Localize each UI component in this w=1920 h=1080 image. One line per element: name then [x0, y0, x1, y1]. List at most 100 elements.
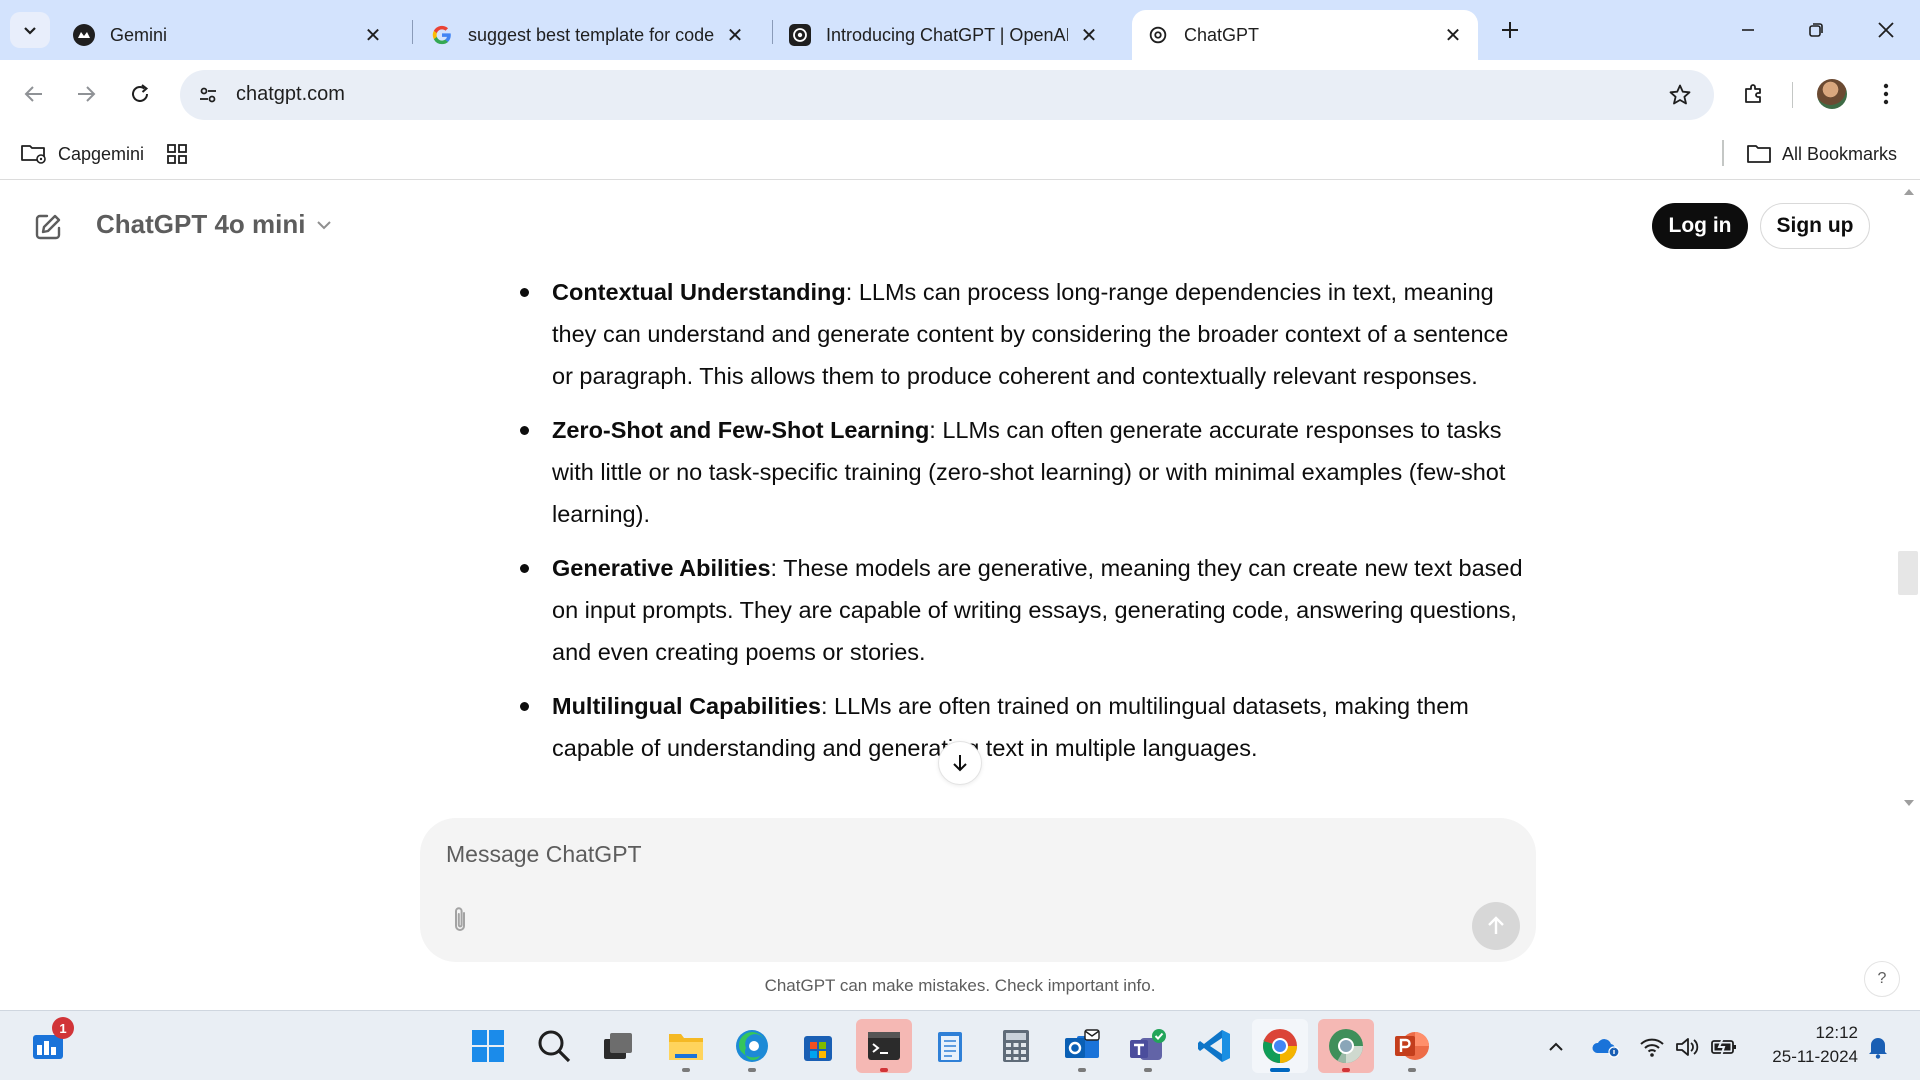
chrome-app[interactable] — [1252, 1019, 1308, 1073]
file-explorer-app[interactable] — [658, 1019, 714, 1073]
managed-folder-icon — [21, 145, 46, 164]
calculator-app[interactable] — [988, 1019, 1044, 1073]
vscode-icon — [1198, 1030, 1230, 1062]
send-button[interactable] — [1472, 902, 1520, 950]
tab-gemini[interactable]: Gemini ✕ — [58, 10, 398, 60]
list-item-term: Generative Abilities — [552, 555, 771, 581]
close-icon[interactable]: ✕ — [362, 24, 384, 47]
tab-search-button[interactable] — [10, 12, 50, 48]
page-scrollbar[interactable] — [1896, 181, 1920, 1010]
close-icon[interactable]: ✕ — [1078, 24, 1100, 47]
tab-chatgpt-active[interactable]: ChatGPT ✕ — [1132, 10, 1478, 60]
tune-icon — [200, 87, 216, 103]
start-button[interactable] — [460, 1019, 516, 1073]
task-view-button[interactable] — [590, 1019, 646, 1073]
battery-charging-icon — [1711, 1037, 1736, 1057]
minimize-button[interactable] — [1724, 10, 1772, 50]
tab-divider — [412, 20, 413, 44]
battery-button[interactable] — [1708, 1031, 1740, 1063]
arrow-right-icon — [78, 86, 96, 102]
browser-toolbar: chatgpt.com — [0, 60, 1920, 128]
close-window-button[interactable] — [1862, 10, 1910, 50]
tab-strip: Gemini ✕ suggest best template for code … — [0, 0, 1920, 60]
chevron-down-icon — [317, 220, 332, 229]
volume-button[interactable] — [1672, 1031, 1704, 1063]
show-hidden-icons-button[interactable] — [1540, 1031, 1572, 1063]
puzzle-icon — [1745, 84, 1761, 103]
tab-title: suggest best template for code — [468, 24, 714, 45]
url-text[interactable]: chatgpt.com — [236, 83, 345, 106]
notification-badge: 1 — [52, 1017, 74, 1039]
edge-app[interactable] — [724, 1019, 780, 1073]
extensions-button[interactable] — [1734, 74, 1774, 114]
edit-icon — [35, 214, 61, 240]
scrollbar-thumb[interactable] — [1898, 551, 1918, 595]
tab-introducing-chatgpt[interactable]: Introducing ChatGPT | OpenAI ✕ — [774, 10, 1114, 60]
chatgpt-page: ChatGPT 4o mini Log in Sign up Contextua… — [0, 181, 1920, 1010]
minimize-icon — [1742, 29, 1754, 31]
bookmark-label: Capgemini — [58, 143, 145, 164]
openai-icon — [788, 23, 812, 47]
profile-button[interactable] — [1812, 74, 1852, 114]
menu-button[interactable] — [1866, 74, 1906, 114]
scroll-up-arrow-icon[interactable] — [1904, 189, 1914, 195]
site-info-button[interactable] — [192, 79, 224, 111]
clock-time: 12:12 — [1815, 1023, 1858, 1042]
help-button[interactable]: ? — [1864, 961, 1900, 997]
windows-taskbar: 1 12:12 25-11-2024 — [0, 1010, 1920, 1080]
bookmark-folder-capgemini[interactable]: Capgemini — [20, 138, 144, 170]
reload-button[interactable] — [120, 74, 160, 114]
model-selector[interactable]: ChatGPT 4o mini — [96, 209, 333, 240]
search-icon — [538, 1030, 571, 1063]
google-icon — [430, 23, 454, 47]
list-item: Zero-Shot and Few-Shot Learning: LLMs ca… — [510, 409, 1530, 535]
chrome-profile-app[interactable] — [1318, 1019, 1374, 1073]
list-item-term: Zero-Shot and Few-Shot Learning — [552, 417, 930, 443]
search-button[interactable] — [526, 1019, 582, 1073]
running-indicator — [1270, 1068, 1290, 1072]
onedrive-button[interactable] — [1590, 1031, 1622, 1063]
speaker-icon — [1676, 1038, 1699, 1056]
close-icon — [1878, 22, 1894, 38]
scroll-down-arrow-icon[interactable] — [1904, 800, 1914, 806]
openai-icon — [1146, 23, 1170, 47]
new-tab-button[interactable] — [1494, 14, 1526, 46]
all-bookmarks-button[interactable]: All Bookmarks — [1746, 138, 1897, 170]
wifi-button[interactable] — [1636, 1031, 1668, 1063]
restore-icon — [1809, 23, 1823, 37]
notepad-app[interactable] — [922, 1019, 978, 1073]
attach-button[interactable] — [442, 902, 478, 938]
forward-button[interactable] — [66, 74, 106, 114]
system-clock[interactable]: 12:12 25-11-2024 — [1758, 1021, 1858, 1069]
notepad-icon — [938, 1032, 962, 1062]
list-item-term: Contextual Understanding — [552, 279, 846, 305]
bookmark-star-button[interactable] — [1666, 81, 1694, 109]
log-in-button[interactable]: Log in — [1652, 203, 1748, 249]
message-input[interactable] — [446, 834, 1446, 874]
apps-button[interactable] — [166, 138, 198, 170]
restore-button[interactable] — [1792, 10, 1840, 50]
apps-grid-icon — [167, 144, 187, 164]
list-item: Generative Abilities: These models are g… — [510, 547, 1530, 673]
close-icon[interactable]: ✕ — [1442, 24, 1464, 47]
outlook-app[interactable] — [1054, 1019, 1110, 1073]
plus-icon — [1502, 22, 1518, 38]
microsoft-store-app[interactable] — [790, 1019, 846, 1073]
teams-app[interactable] — [1120, 1019, 1176, 1073]
wifi-icon — [1640, 1038, 1664, 1057]
sign-up-button[interactable]: Sign up — [1760, 203, 1870, 249]
powerpoint-app[interactable] — [1384, 1019, 1440, 1073]
widgets-button[interactable]: 1 — [20, 1017, 76, 1073]
close-icon[interactable]: ✕ — [724, 24, 746, 47]
tab-google-search[interactable]: suggest best template for code ✕ — [416, 10, 760, 60]
notifications-button[interactable] — [1862, 1031, 1894, 1063]
tab-divider — [772, 20, 773, 44]
bookmarks-bar: Capgemini All Bookmarks — [0, 128, 1920, 180]
vscode-app[interactable] — [1186, 1019, 1242, 1073]
back-button[interactable] — [14, 74, 54, 114]
new-chat-button[interactable] — [28, 207, 68, 247]
scroll-to-bottom-button[interactable] — [938, 741, 982, 785]
reload-icon — [132, 84, 149, 102]
address-bar[interactable]: chatgpt.com — [180, 70, 1714, 120]
terminal-app[interactable] — [856, 1019, 912, 1073]
